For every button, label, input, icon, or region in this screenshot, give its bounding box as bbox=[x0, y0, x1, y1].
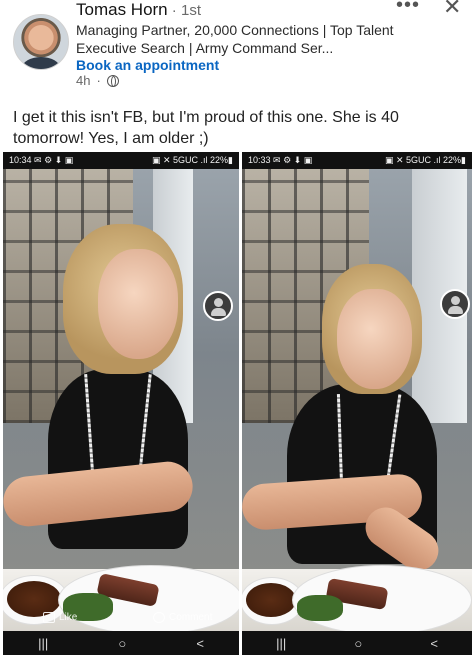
separator-dot: · bbox=[167, 2, 181, 19]
status-time: 10:33 bbox=[248, 155, 271, 165]
author-avatar[interactable] bbox=[13, 14, 69, 70]
book-appointment-link[interactable]: Book an appointment bbox=[76, 57, 219, 73]
close-icon[interactable]: ✕ bbox=[443, 0, 461, 20]
photo-scene bbox=[3, 169, 239, 635]
sauce bbox=[246, 583, 296, 617]
table bbox=[242, 565, 472, 635]
status-left-icons: ✉ ⚙ ⬇ ▣ bbox=[34, 155, 74, 165]
comment-label: Comment bbox=[169, 612, 213, 623]
post-text: I get it this isn't FB, but I'm proud of… bbox=[13, 109, 399, 147]
recents-icon: ||| bbox=[38, 635, 49, 651]
author-headline: Managing Partner, 20,000 Connections | T… bbox=[76, 22, 394, 56]
phone-nav-bar: ||| ○ < bbox=[3, 631, 239, 655]
greens bbox=[297, 595, 343, 621]
time-ago: 4h bbox=[76, 73, 91, 88]
photo-scene bbox=[242, 169, 472, 635]
author-name[interactable]: Tomas Horn bbox=[76, 0, 168, 19]
post-meta: 4h · bbox=[76, 73, 119, 88]
like-label: Like bbox=[59, 612, 78, 623]
woman-face bbox=[337, 289, 412, 389]
status-time: 10:34 bbox=[9, 155, 32, 165]
phone-status-bar: 10:33 ✉ ⚙ ⬇ ▣ ▣ ✕ 5GUC .ıl 22%▮ bbox=[242, 152, 472, 169]
thumbs-up-icon bbox=[43, 612, 55, 623]
meta-separator: · bbox=[96, 73, 101, 88]
back-icon: < bbox=[430, 635, 438, 651]
more-horizontal-icon[interactable]: ••• bbox=[396, 0, 420, 17]
photo-right[interactable]: 10:33 ✉ ⚙ ⬇ ▣ ▣ ✕ 5GUC .ıl 22%▮ ||| ○ < bbox=[242, 152, 472, 655]
status-right: ▣ ✕ 5GUC .ıl 22%▮ bbox=[151, 155, 233, 165]
phone-status-bar: 10:34 ✉ ⚙ ⬇ ▣ ▣ ✕ 5GUC .ıl 22%▮ bbox=[3, 152, 239, 169]
recents-icon: ||| bbox=[276, 635, 287, 651]
woman-face bbox=[98, 249, 178, 359]
back-icon: < bbox=[196, 635, 204, 651]
home-icon: ○ bbox=[118, 635, 127, 651]
connection-degree: 1st bbox=[180, 2, 201, 19]
comment-icon bbox=[153, 612, 165, 623]
contact-icon[interactable] bbox=[440, 289, 470, 319]
home-icon: ○ bbox=[354, 635, 363, 651]
comment-button[interactable]: Comment bbox=[153, 612, 212, 623]
like-button[interactable]: Like bbox=[43, 612, 77, 623]
photo-left[interactable]: 10:34 ✉ ⚙ ⬇ ▣ ▣ ✕ 5GUC .ıl 22%▮ Like Com… bbox=[3, 152, 239, 655]
status-right: ▣ ✕ 5GUC .ıl 22%▮ bbox=[384, 155, 466, 165]
phone-nav-bar: ||| ○ < bbox=[242, 631, 472, 655]
author-line: Tomas Horn · 1st bbox=[76, 0, 201, 20]
status-left-icons: ✉ ⚙ ⬇ ▣ bbox=[273, 155, 313, 165]
contact-icon[interactable] bbox=[203, 291, 233, 321]
globe-icon bbox=[106, 74, 119, 87]
